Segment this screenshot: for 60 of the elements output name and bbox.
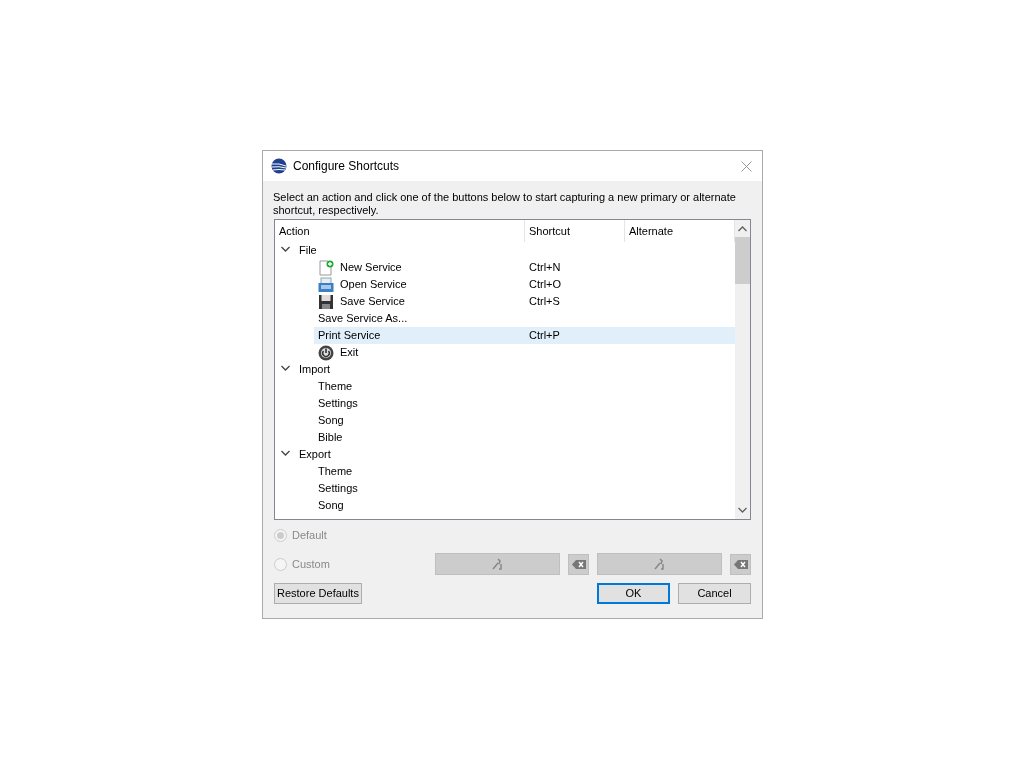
tree-row[interactable]: Save Service As...	[314, 310, 735, 327]
key-capture-icon	[652, 557, 667, 571]
expand-caret-icon[interactable]	[281, 365, 290, 374]
tree-row[interactable]: Song	[314, 412, 735, 429]
shortcut-cell: Ctrl+P	[529, 329, 560, 342]
action-label[interactable]: Settings	[318, 395, 358, 412]
tree-group-label[interactable]: File	[299, 242, 317, 259]
action-label[interactable]: Save Service	[340, 293, 405, 310]
action-label[interactable]: Song	[318, 497, 344, 514]
shortcut-cell: Ctrl+N	[529, 261, 561, 274]
action-label[interactable]: Exit	[340, 344, 359, 361]
column-header[interactable]: Action	[275, 220, 525, 242]
close-icon[interactable]	[741, 160, 752, 172]
tree-row[interactable]: Open Service Ctrl+O	[314, 276, 735, 293]
clear-primary-button[interactable]	[568, 553, 589, 575]
expand-caret-icon[interactable]	[281, 246, 290, 255]
tree-row[interactable]: Song	[314, 497, 735, 514]
restore-defaults-button[interactable]: Restore Defaults	[274, 582, 362, 604]
open-icon	[318, 276, 334, 293]
action-label[interactable]: Settings	[318, 480, 358, 497]
scroll-up-icon[interactable]	[738, 226, 747, 232]
shortcut-cell: Ctrl+S	[529, 295, 560, 308]
scrollbar[interactable]	[735, 220, 750, 519]
tree-group-label[interactable]: Import	[299, 361, 331, 378]
scrollbar-thumb[interactable]	[735, 237, 750, 284]
cancel-button[interactable]: Cancel	[678, 582, 751, 604]
key-capture-icon	[490, 557, 505, 571]
clear-alternate-button[interactable]	[730, 553, 751, 575]
tree-row[interactable]: Theme	[314, 463, 735, 480]
scroll-down-icon[interactable]	[738, 507, 747, 513]
radio-label: Custom	[292, 556, 330, 572]
action-label[interactable]: Save Service As...	[318, 310, 408, 327]
column-header[interactable]: Shortcut	[525, 220, 625, 242]
tree-row[interactable]: Settings	[314, 480, 735, 497]
tree-row[interactable]: New Service Ctrl+N	[314, 259, 735, 276]
tree-row[interactable]: Exit	[314, 344, 735, 361]
ok-button[interactable]: OK	[597, 582, 670, 604]
instructions-text: Select an action and click one of the buttons below to start capturing a new primary or alternate shortcut, respectively.	[273, 191, 737, 217]
expand-caret-icon[interactable]	[281, 450, 290, 459]
tree-row[interactable]: Theme	[314, 378, 735, 395]
action-label[interactable]: Song	[318, 412, 344, 429]
radio-label: Default	[292, 528, 327, 544]
tree-row[interactable]: Save Service Ctrl+S	[314, 293, 735, 310]
backspace-icon	[733, 559, 748, 569]
tree-row[interactable]: Settings	[314, 395, 735, 412]
action-label[interactable]: Theme	[318, 463, 353, 480]
action-label[interactable]: Theme	[318, 378, 353, 395]
selected-row[interactable]: Print Service Ctrl+P	[314, 327, 735, 344]
action-label[interactable]: Print Service	[318, 327, 381, 344]
action-label[interactable]: Bible	[318, 429, 343, 446]
backspace-icon	[571, 559, 586, 569]
action-label[interactable]: Open Service	[340, 276, 407, 293]
power-icon	[318, 344, 334, 361]
tree-row[interactable]: Bible	[314, 429, 735, 446]
window-title: Configure Shortcuts	[293, 158, 400, 175]
new-document-icon	[318, 259, 334, 276]
app-logo-icon	[271, 158, 287, 174]
action-label[interactable]: New Service	[340, 259, 402, 276]
shortcut-cell: Ctrl+O	[529, 278, 562, 291]
tree-group-label[interactable]: Export	[299, 446, 331, 463]
